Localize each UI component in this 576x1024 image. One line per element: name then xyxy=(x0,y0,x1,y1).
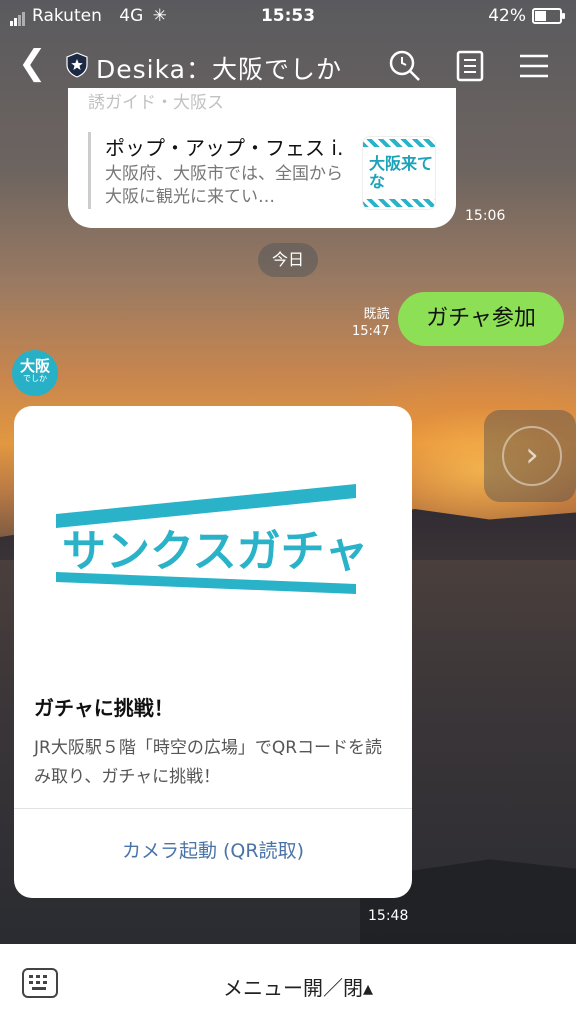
back-icon[interactable]: ❮ xyxy=(18,46,47,80)
search-icon[interactable] xyxy=(386,48,422,84)
message-time: 15:47 xyxy=(352,324,390,339)
faded-article-line: 誘ガイド・大阪ス xyxy=(88,93,224,110)
article-item[interactable]: ポップ・アップ・フェス i… 大阪府、大阪市では、全国から大阪に観光に来てい… xyxy=(88,132,345,209)
article-thumbnail: 大阪来てな xyxy=(362,136,436,210)
gacha-message-card[interactable]: サンクスガチャ ガチャに挑戦！ JR大阪駅５階「時空の広場」でQRコードを読み取… xyxy=(14,406,412,898)
avatar[interactable]: 大阪 でしか xyxy=(12,350,58,396)
date-separator: 今日 xyxy=(258,243,318,277)
gacha-banner-logo: サンクスガチャ xyxy=(56,484,368,594)
battery-percent: 42% xyxy=(488,6,526,26)
my-message-bubble[interactable]: ガチャ参加 xyxy=(398,292,564,346)
menu-toggle-button[interactable]: メニュー開／閉▴ xyxy=(0,972,576,1001)
article-desc: 大阪府、大阪市では、全国から大阪に観光に来てい… xyxy=(105,164,343,207)
notes-icon[interactable] xyxy=(452,48,488,84)
article-card[interactable]: 誘ガイド・大阪ス ポップ・アップ・フェス i… 大阪府、大阪市では、全国から大阪… xyxy=(68,88,456,228)
divider xyxy=(14,808,412,809)
menu-icon[interactable] xyxy=(516,48,552,84)
read-receipt: 既読 15:47 xyxy=(352,306,389,340)
card-timestamp: 15:48 xyxy=(368,908,409,924)
thumb-text: 大阪来てな xyxy=(369,154,434,191)
card-body: JR大阪駅５階「時空の広場」でQRコードを読み取り、ガチャに挑戦！ xyxy=(34,738,383,787)
article-title: ポップ・アップ・フェス i… xyxy=(105,136,345,160)
next-card-button[interactable]: › xyxy=(484,410,576,502)
status-right: 42% xyxy=(488,6,565,26)
chat-title[interactable]: Desika：大阪でしか xyxy=(96,50,342,86)
shield-icon xyxy=(66,52,88,78)
banner-text: サンクスガチャ xyxy=(62,526,368,577)
avatar-subtext: でしか xyxy=(23,374,47,383)
chevron-right-icon: › xyxy=(502,426,562,486)
avatar-text: 大阪 xyxy=(19,357,50,375)
bottom-bar: メニュー開／閉▴ xyxy=(0,944,576,1024)
chat-header: ❮ Desika：大阪でしか xyxy=(0,38,576,94)
card-heading: ガチャに挑戦！ xyxy=(34,696,174,720)
camera-launch-button[interactable]: カメラ起動 (QR読取) xyxy=(14,836,412,863)
timestamp: 15:06 xyxy=(465,208,506,224)
status-bar: Rakuten 4G ✳ 15:53 42% xyxy=(0,0,576,32)
battery-icon xyxy=(532,8,565,24)
read-label: 既読 xyxy=(363,307,390,322)
